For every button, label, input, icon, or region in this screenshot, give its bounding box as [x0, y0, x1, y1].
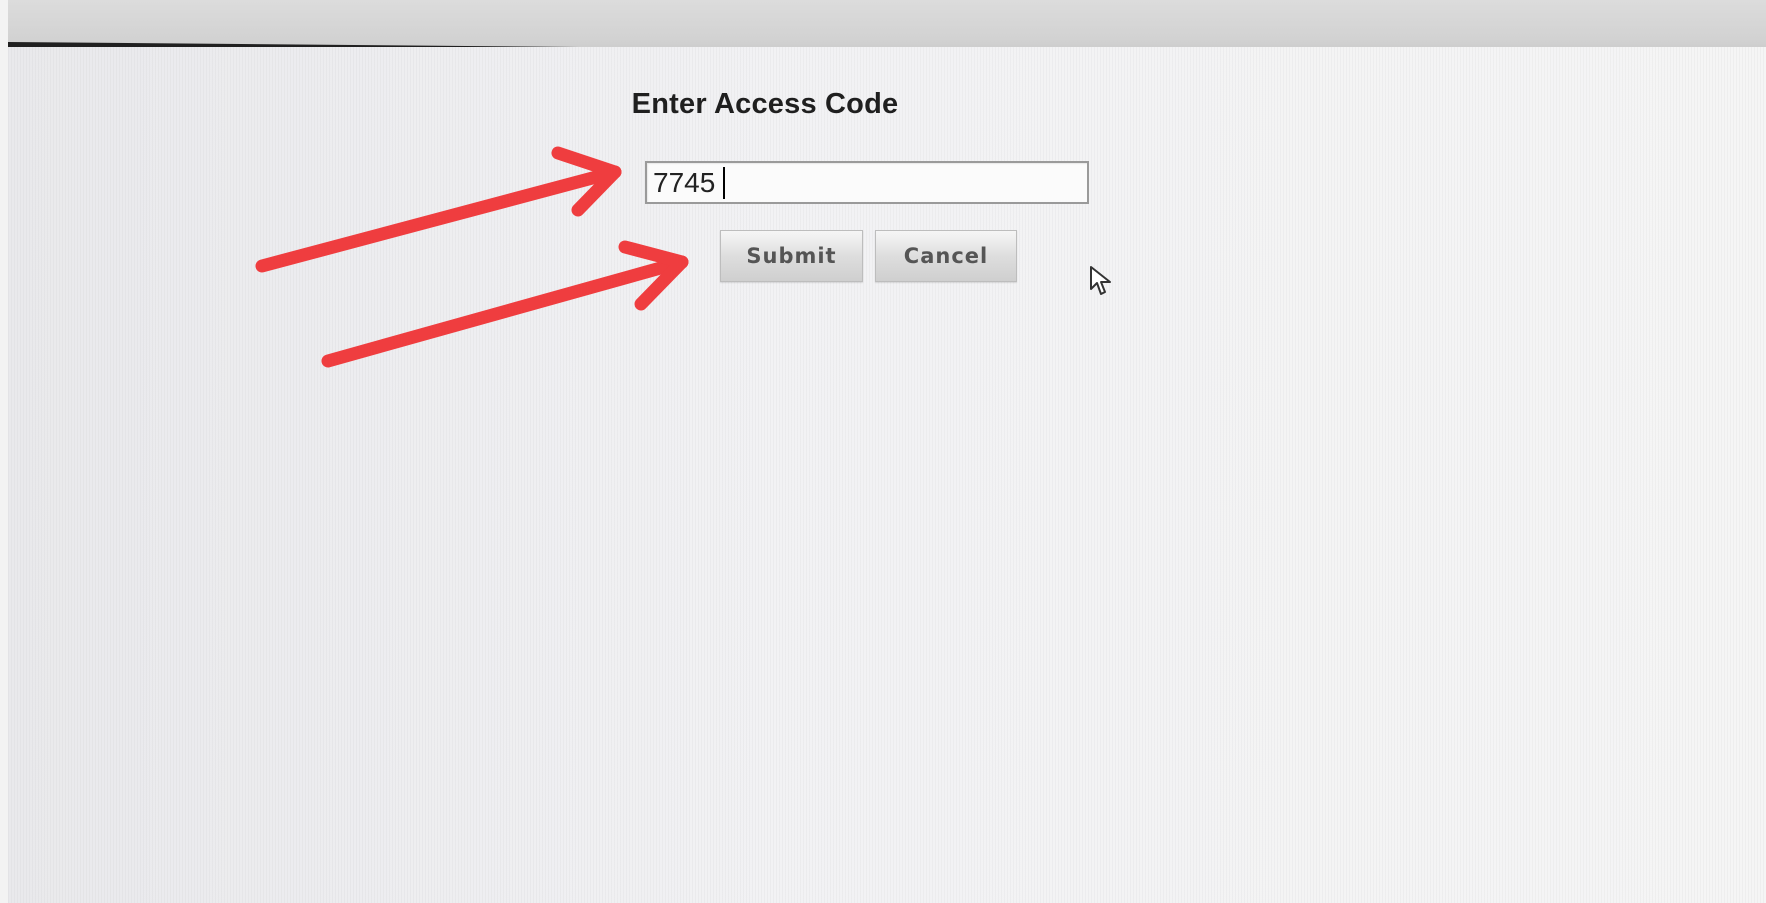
screen-left-edge	[0, 0, 8, 903]
access-code-input[interactable]	[645, 161, 1089, 204]
submit-button[interactable]: Submit	[720, 230, 863, 282]
photo-frame: Enter Access Code Submit Cancel	[0, 0, 1766, 903]
cancel-button[interactable]: Cancel	[875, 230, 1017, 282]
text-cursor	[723, 167, 725, 199]
mouse-pointer-icon	[1090, 266, 1111, 295]
dialog-title: Enter Access Code	[631, 88, 899, 120]
